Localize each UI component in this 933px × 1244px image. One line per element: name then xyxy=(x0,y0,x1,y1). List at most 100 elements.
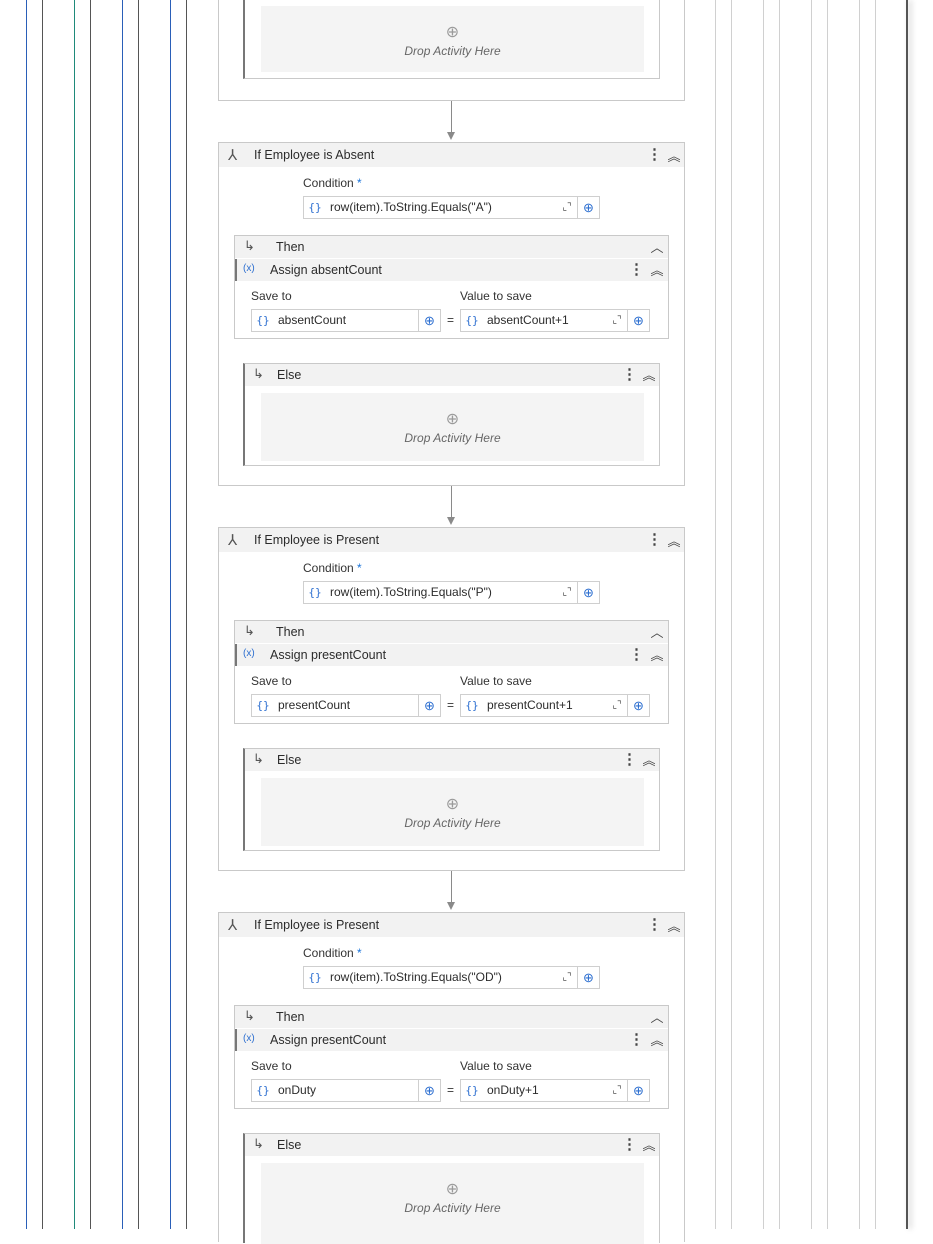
flow-arrow-icon xyxy=(447,902,455,910)
value-to-save-input[interactable]: {} absentCount+1 ⌞⌝ xyxy=(460,309,628,332)
save-to-plus-button[interactable]: ⊕ xyxy=(419,694,441,717)
add-activity-icon[interactable]: ⊕ xyxy=(261,1179,644,1199)
assign-title[interactable]: Assign presentCount xyxy=(270,648,386,662)
value-plus-button[interactable]: ⊕ xyxy=(628,1079,650,1102)
drop-zone-label: Drop Activity Here xyxy=(404,816,501,830)
value-to-save-value: presentCount+1 xyxy=(487,698,573,712)
save-to-input[interactable]: {} absentCount xyxy=(251,309,419,332)
more-options-icon[interactable]: ⋮ xyxy=(647,145,662,165)
collapse-then-icon[interactable]: ︿ xyxy=(649,1008,665,1028)
condition-label: Condition * xyxy=(303,176,362,190)
branch-icon: ↳ xyxy=(253,366,264,381)
scope-guide-line xyxy=(186,0,187,1229)
collapse-icon[interactable]: ︽ xyxy=(641,1136,657,1156)
scope-guide-line xyxy=(42,0,43,1229)
else-header[interactable] xyxy=(245,749,659,771)
assign-title[interactable]: Assign absentCount xyxy=(270,263,382,277)
drop-zone[interactable]: ⊕ Drop Activity Here xyxy=(261,393,644,461)
if-activity[interactable]: ⅄ If Employee is Present ⋮ ︽ Condition *… xyxy=(218,527,685,871)
value-to-save-value: onDuty+1 xyxy=(487,1083,539,1097)
condition-label: Condition * xyxy=(303,561,362,575)
expand-editor-icon[interactable]: ⌞⌝ xyxy=(608,695,626,716)
required-marker: * xyxy=(357,946,362,960)
flow-connector xyxy=(451,486,452,517)
save-to-plus-button[interactable]: ⊕ xyxy=(419,1079,441,1102)
else-panel: ↳ Else ⋮ ︽ ⊕ Drop Activity Here xyxy=(243,1133,660,1244)
scope-guide-line xyxy=(731,0,732,1229)
more-options-icon[interactable]: ⋮ xyxy=(629,1030,644,1050)
condition-plus-button[interactable]: ⊕ xyxy=(578,196,600,219)
expand-editor-icon[interactable]: ⌞⌝ xyxy=(608,310,626,331)
scope-guide-line xyxy=(779,0,780,1229)
condition-plus-button[interactable]: ⊕ xyxy=(578,581,600,604)
if-activity[interactable]: ⅄ If Employee is Present ⋮ ︽ Condition *… xyxy=(218,912,685,1244)
add-activity-icon[interactable]: ⊕ xyxy=(261,409,644,429)
collapse-then-icon[interactable]: ︿ xyxy=(649,238,665,258)
condition-input[interactable]: {} row(item).ToString.Equals("OD") ⌞⌝ xyxy=(303,966,578,989)
if-icon: ⅄ xyxy=(228,147,238,164)
add-activity-icon[interactable]: ⊕ xyxy=(261,794,644,814)
more-options-icon[interactable]: ⋮ xyxy=(622,1135,637,1155)
branch-icon: ↳ xyxy=(253,751,264,766)
branch-icon: ↳ xyxy=(244,1008,255,1023)
expand-editor-icon[interactable]: ⌞⌝ xyxy=(558,582,576,603)
value-to-save-input[interactable]: {} presentCount+1 ⌞⌝ xyxy=(460,694,628,717)
drop-zone[interactable]: ⊕ Drop Activity Here xyxy=(261,6,644,72)
save-to-input[interactable]: {} presentCount xyxy=(251,694,419,717)
save-to-input[interactable]: {} onDuty xyxy=(251,1079,419,1102)
flow-connector xyxy=(451,101,452,132)
else-panel: ↳ Else ⋮ ︽ ⊕ Drop Activity Here xyxy=(243,363,660,466)
collapse-icon[interactable]: ︽ xyxy=(666,532,682,552)
activity-title[interactable]: If Employee is Present xyxy=(254,533,379,547)
more-options-icon[interactable]: ⋮ xyxy=(622,750,637,770)
collapse-icon[interactable]: ︽ xyxy=(649,1031,665,1051)
required-marker: * xyxy=(357,561,362,575)
more-options-icon[interactable]: ⋮ xyxy=(647,915,662,935)
save-to-plus-button[interactable]: ⊕ xyxy=(419,309,441,332)
collapse-icon[interactable]: ︽ xyxy=(649,646,665,666)
more-options-icon[interactable]: ⋮ xyxy=(647,530,662,550)
expand-editor-icon[interactable]: ⌞⌝ xyxy=(608,1080,626,1101)
collapse-icon[interactable]: ︽ xyxy=(666,917,682,937)
equals-sign: = xyxy=(447,1083,455,1097)
condition-input[interactable]: {} row(item).ToString.Equals("A") ⌞⌝ xyxy=(303,196,578,219)
collapse-icon[interactable]: ︽ xyxy=(641,366,657,386)
more-options-icon[interactable]: ⋮ xyxy=(629,645,644,665)
activity-title[interactable]: If Employee is Absent xyxy=(254,148,374,162)
more-options-icon[interactable]: ⋮ xyxy=(622,365,637,385)
collapse-icon[interactable]: ︽ xyxy=(649,261,665,281)
else-header[interactable] xyxy=(245,1134,659,1156)
more-options-icon[interactable]: ⋮ xyxy=(629,260,644,280)
if-activity[interactable]: ⅄ If Employee is Absent ⋮ ︽ Condition * … xyxy=(218,142,685,486)
else-panel: ↳ Else ⋮ ︽ ⊕ Drop Activity Here xyxy=(243,748,660,851)
then-panel: ↳ Then ︿ (x) Assign presentCount ⋮ ︽ Sav… xyxy=(234,620,669,724)
collapse-then-icon[interactable]: ︿ xyxy=(649,623,665,643)
condition-input[interactable]: {} row(item).ToString.Equals("P") ⌞⌝ xyxy=(303,581,578,604)
collapse-icon[interactable]: ︽ xyxy=(666,147,682,167)
save-to-label: Save to xyxy=(251,1059,292,1073)
value-plus-button[interactable]: ⊕ xyxy=(628,309,650,332)
collapse-icon[interactable]: ︽ xyxy=(641,751,657,771)
expression-icon: {} xyxy=(256,1084,270,1097)
activity-title[interactable]: If Employee is Present xyxy=(254,918,379,932)
scope-guide-line xyxy=(122,0,123,1229)
expand-editor-icon[interactable]: ⌞⌝ xyxy=(558,197,576,218)
condition-plus-button[interactable]: ⊕ xyxy=(578,966,600,989)
add-activity-icon[interactable]: ⊕ xyxy=(261,22,644,42)
else-header[interactable] xyxy=(245,364,659,386)
expression-icon: {} xyxy=(465,314,479,327)
scope-guide-line xyxy=(715,0,716,1229)
then-label: Then xyxy=(276,1010,305,1024)
expand-editor-icon[interactable]: ⌞⌝ xyxy=(558,967,576,988)
branch-icon: ↳ xyxy=(244,623,255,638)
else-label: Else xyxy=(277,753,302,767)
drop-zone[interactable]: ⊕ Drop Activity Here xyxy=(261,1163,644,1244)
value-plus-button[interactable]: ⊕ xyxy=(628,694,650,717)
drop-zone[interactable]: ⊕ Drop Activity Here xyxy=(261,778,644,846)
assign-title[interactable]: Assign presentCount xyxy=(270,1033,386,1047)
drop-zone-label: Drop Activity Here xyxy=(404,431,501,445)
save-to-value: onDuty xyxy=(278,1083,317,1097)
flow-connector xyxy=(451,871,452,902)
scope-guide-line xyxy=(859,0,860,1229)
value-to-save-input[interactable]: {} onDuty+1 ⌞⌝ xyxy=(460,1079,628,1102)
